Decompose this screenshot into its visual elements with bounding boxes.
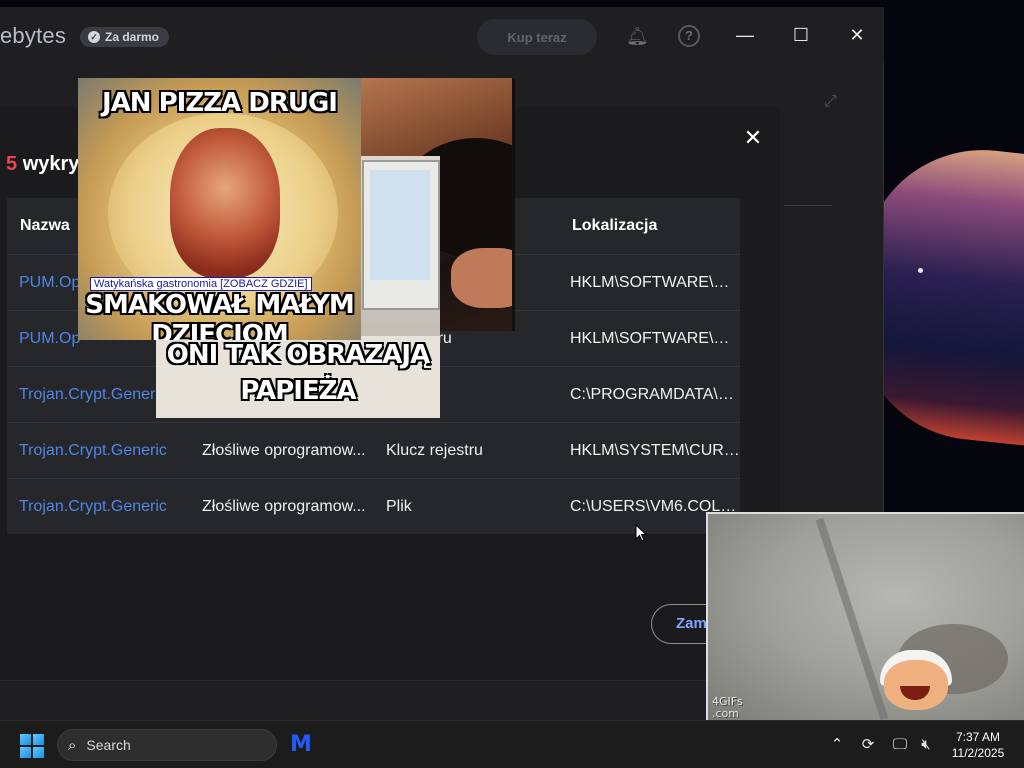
threat-category: Złośliwe oprogramow... xyxy=(202,441,366,459)
mouse-cursor-icon xyxy=(635,523,648,542)
divider xyxy=(784,205,832,206)
wallpaper-dot xyxy=(918,268,923,273)
threat-location: C:\PROGRAMDATA\G... xyxy=(570,385,740,403)
malwarebytes-taskbar-icon[interactable]: M xyxy=(288,733,314,757)
table-row[interactable]: Trojan.Crypt.Generic Złośliwe oprogramow… xyxy=(7,478,740,534)
pope-face-graphic xyxy=(170,128,280,278)
meme-caption: SMAKOWAŁ MAŁYM DZIECIOM xyxy=(85,290,355,340)
search-icon: ⌕ xyxy=(68,736,77,754)
table-row[interactable]: Trojan.Crypt.Generic Złośliwe oprogramow… xyxy=(7,422,740,478)
taskbar-search[interactable]: ⌕ Search xyxy=(57,729,277,761)
help-icon[interactable]: ? xyxy=(678,25,700,47)
close-window-button[interactable]: ✕ xyxy=(842,21,872,49)
meme-caption: PAPIEŻA xyxy=(240,376,356,406)
threat-type: Plik xyxy=(386,497,412,515)
free-badge: ✓ Za darmo xyxy=(80,27,170,47)
ad-link[interactable]: Watykańska gastronomia [ZOBACZ GDZIE] xyxy=(90,277,312,291)
threat-category: Złośliwe oprogramow... xyxy=(202,497,366,515)
maximize-button[interactable]: ☐ xyxy=(786,21,816,49)
brand-name: ebytes xyxy=(0,23,67,48)
meme-caption: ONI TAK OBRAZAJĄ xyxy=(166,340,430,370)
threat-location: HKLM\SOFTWARE\W... xyxy=(570,273,740,291)
threat-name[interactable]: Trojan.Crypt.Generic xyxy=(7,442,190,460)
close-dialog-button[interactable]: ✕ xyxy=(740,125,766,151)
sync-icon[interactable]: ⟳ xyxy=(858,735,878,755)
detection-count: 5 xyxy=(6,153,18,175)
system-clock[interactable]: 7:37 AM 11/2/2025 xyxy=(940,729,1016,761)
threat-location: HKLM\SYSTEM\CURR... xyxy=(570,441,740,459)
threat-name[interactable]: Trojan.Crypt.Generic xyxy=(7,498,190,516)
meme-image-pizza: JAN PIZZA DRUGI Watykańska gastronomia [… xyxy=(78,78,361,340)
clock-date: 11/2/2025 xyxy=(951,746,1005,760)
windows-start-icon[interactable] xyxy=(20,734,44,758)
heading-text: wykry xyxy=(22,153,80,175)
threat-type: Klucz rejestru xyxy=(386,441,483,459)
minimize-button[interactable]: — xyxy=(730,21,760,49)
buy-now-button[interactable]: Kup teraz xyxy=(477,19,597,55)
gif-watermark: 4GIFs .com xyxy=(712,695,743,720)
search-placeholder: Search xyxy=(86,737,131,753)
footer-divider xyxy=(0,680,780,681)
expand-icon[interactable]: ⤢ xyxy=(824,93,844,113)
speaker-muted-icon[interactable]: 🔇︎ xyxy=(916,735,936,755)
pope-head-graphic xyxy=(876,650,956,710)
threat-location: HKLM\SOFTWARE\PO... xyxy=(570,329,740,347)
taskbar: ⌕ Search M ⌃ ⟳ 🖵︎ 🔇︎ 7:37 AM 11/2/2025 xyxy=(0,720,1024,768)
column-header-location[interactable]: Lokalizacja xyxy=(558,217,740,235)
title-bar: ebytes ✓ Za darmo Kup teraz 🔔︎ ? — ☐ ✕ xyxy=(0,7,884,63)
meme-caption: JAN PIZZA DRUGI xyxy=(102,88,338,118)
check-icon: ✓ xyxy=(88,31,100,43)
gif-image-pope: 4GIFs .com xyxy=(706,512,1024,720)
free-badge-label: Za darmo xyxy=(105,30,160,44)
clock-time: 7:37 AM xyxy=(955,730,1001,744)
dialog-heading: 5 wykry xyxy=(6,153,79,176)
network-icon[interactable]: 🖵︎ xyxy=(890,735,910,755)
bell-icon[interactable]: 🔔︎ xyxy=(626,25,649,47)
chevron-up-icon[interactable]: ⌃ xyxy=(827,735,847,755)
